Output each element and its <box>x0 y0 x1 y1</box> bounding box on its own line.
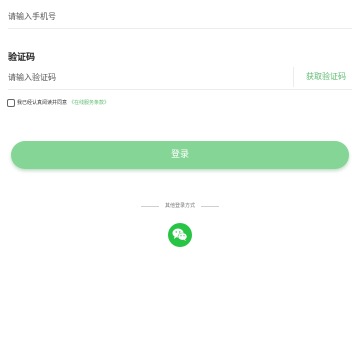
code-separator <box>293 67 294 87</box>
other-login-divider: 其他登录方式 <box>0 201 360 211</box>
wechat-login-button[interactable] <box>168 223 192 247</box>
code-divider <box>8 89 352 90</box>
agreement-text: 我已经认真阅读并同意 <box>17 100 68 106</box>
terms-link[interactable]: 《在线服务条款》 <box>69 99 109 107</box>
login-button-label: 登录 <box>170 150 189 160</box>
other-login-right-line <box>201 205 219 207</box>
login-button[interactable]: 登录 <box>11 141 349 169</box>
other-login-label: 其他登录方式 <box>164 203 195 209</box>
agreement-checkbox[interactable] <box>7 99 15 107</box>
wechat-icon <box>172 228 188 241</box>
other-login-left-line <box>140 205 159 207</box>
phone-input[interactable] <box>8 7 308 25</box>
agreement-row: 我已经认真阅读并同意 《在线服务条款》 <box>7 97 109 109</box>
login-page: 验证码 获取验证码 我已经认真阅读并同意 《在线服务条款》 登录 其他登录方式 <box>0 0 360 360</box>
get-code-button[interactable]: 获取验证码 <box>306 71 346 82</box>
code-label: 验证码 <box>8 53 36 63</box>
phone-divider <box>8 28 352 29</box>
code-input[interactable] <box>8 68 268 86</box>
